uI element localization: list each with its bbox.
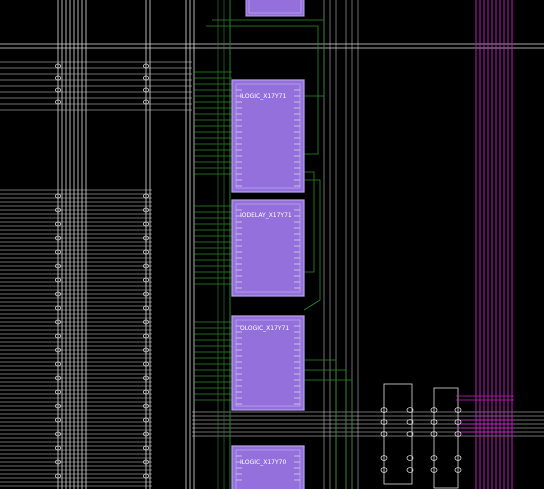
site-label-ologic-x17y71: OLOGIC_X17Y71 [240, 325, 289, 332]
switch-boxes [380, 407, 462, 473]
site-ologic-x17y71[interactable]: OLOGIC_X17Y71 [231, 315, 305, 411]
site-ilogic-x17y70[interactable]: ILOGIC_X17Y70 [231, 445, 305, 489]
fpga-device-view[interactable]: ILOGIC_X17Y71 IODELAY_X17Y71 OLOGIC_X17Y… [0, 0, 544, 489]
net-route [304, 379, 353, 489]
site-label-ilogic-x17y70: ILOGIC_X17Y70 [240, 459, 286, 466]
site-block-top[interactable] [245, 0, 305, 17]
net-route [304, 369, 347, 489]
site-iodelay-x17y71[interactable]: IODELAY_X17Y71 [231, 199, 305, 297]
site-label-ilogic-x17y71: ILOGIC_X17Y71 [240, 93, 286, 100]
net-route [303, 179, 321, 311]
site-ilogic-x17y71[interactable]: ILOGIC_X17Y71 [231, 79, 305, 193]
switch-box [433, 387, 459, 489]
site-label-iodelay-x17y71: IODELAY_X17Y71 [240, 212, 292, 219]
net-route [304, 359, 337, 489]
routing-canvas[interactable]: ILOGIC_X17Y71 IODELAY_X17Y71 OLOGIC_X17Y… [0, 0, 544, 489]
net-route [304, 171, 315, 273]
magenta-bus [456, 0, 514, 489]
switch-box [383, 383, 413, 485]
